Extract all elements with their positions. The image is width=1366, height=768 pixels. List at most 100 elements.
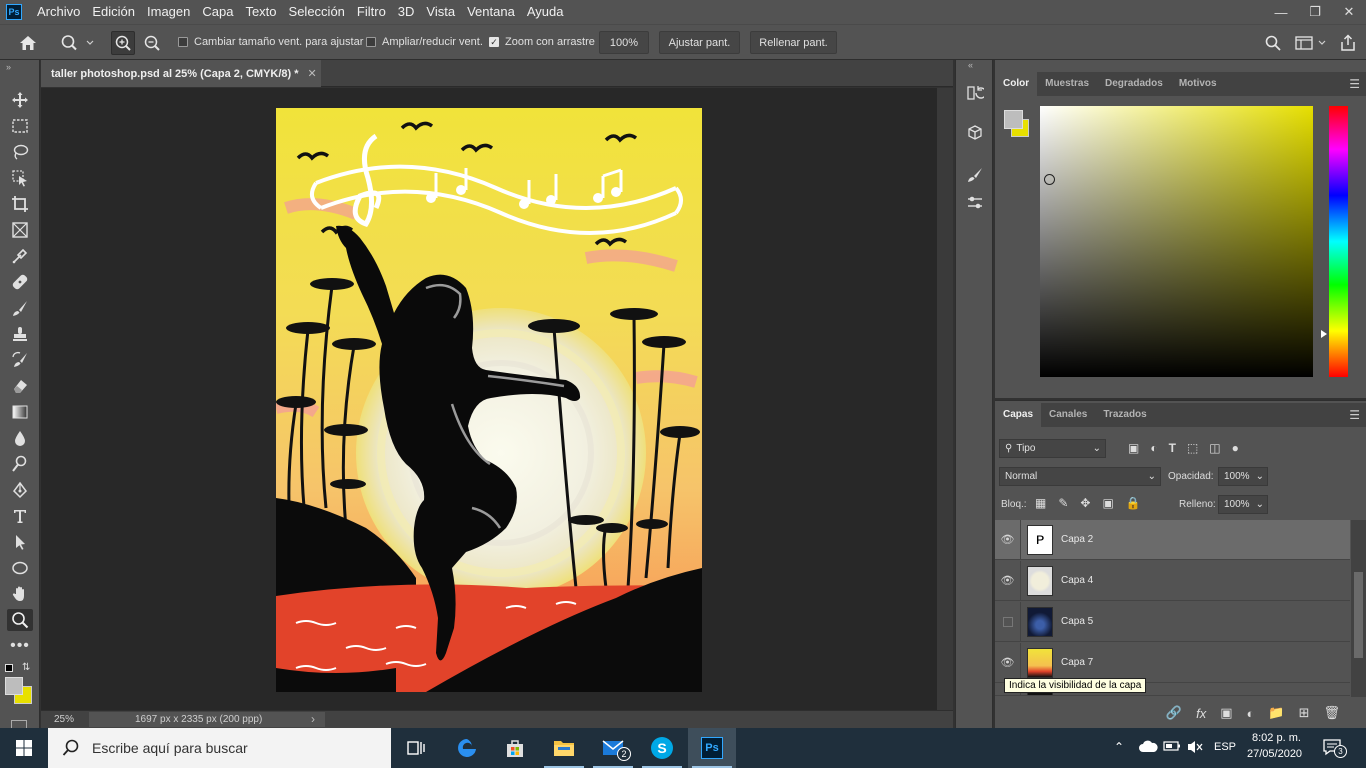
zoom-all-box[interactable] [366, 37, 376, 47]
hidden-visibility-box[interactable] [1002, 616, 1013, 627]
menu-capa[interactable]: Capa [196, 0, 239, 24]
panel-menu-icon[interactable]: ☰ [1349, 72, 1360, 96]
task-view-icon[interactable] [392, 728, 440, 768]
fill-screen-button[interactable]: Rellenar pant. [750, 31, 837, 54]
scrubby-zoom-checkbox[interactable]: ✓ Zoom con arrastre [489, 36, 595, 48]
eye-icon[interactable]: 👁 [1001, 656, 1015, 669]
menu-vista[interactable]: Vista [420, 0, 461, 24]
clock-time[interactable]: 8:02 p. m. [1252, 732, 1301, 744]
new-adjustment-layer-icon[interactable]: ◐ [1247, 706, 1255, 721]
move-tool-icon[interactable] [7, 89, 33, 111]
marquee-tool-icon[interactable] [7, 115, 33, 137]
tab-muestras[interactable]: Muestras [1037, 72, 1097, 96]
minimize-icon[interactable]: — [1264, 0, 1298, 24]
menu-ayuda[interactable]: Ayuda [521, 0, 570, 24]
menu-imagen[interactable]: Imagen [141, 0, 196, 24]
mail-icon[interactable]: 2 [589, 728, 637, 768]
menu-ventana[interactable]: Ventana [461, 0, 521, 24]
layer-name[interactable]: Capa 4 [1061, 575, 1093, 586]
delete-layer-icon[interactable]: 🗑 [1323, 705, 1340, 721]
zoom-value-field[interactable]: 100% [599, 31, 649, 54]
menu-texto[interactable]: Texto [239, 0, 282, 24]
layers-scrollbar[interactable] [1351, 520, 1366, 698]
layer-row-capa-4[interactable]: 👁 Capa 4 [995, 560, 1350, 601]
clock-date[interactable]: 27/05/2020 [1247, 748, 1302, 760]
tab-trazados[interactable]: Trazados [1095, 403, 1154, 427]
photoshop-taskbar-icon[interactable]: Ps [688, 728, 736, 768]
brush-settings-panel-icon[interactable] [963, 164, 987, 186]
language-indicator[interactable]: ESP [1214, 741, 1236, 753]
dodge-tool-icon[interactable] [7, 453, 33, 475]
microsoft-store-icon[interactable] [491, 728, 539, 768]
link-layers-icon[interactable]: 🔗 [1166, 705, 1182, 721]
lock-transparent-icon[interactable]: ▦ [1035, 496, 1046, 510]
color-saturation-field[interactable] [1040, 106, 1313, 377]
tab-degradados[interactable]: Degradados [1097, 72, 1171, 96]
zoom-all-windows-checkbox[interactable]: Ampliar/reducir vent. [366, 36, 483, 48]
lock-pixels-icon[interactable]: ✎ [1058, 496, 1068, 510]
collapse-panels-icon[interactable]: « [968, 60, 973, 70]
new-group-icon[interactable]: 📁 [1268, 705, 1284, 721]
zoom-in-icon[interactable] [111, 31, 135, 55]
opacity-field[interactable]: 100% ⌄ [1218, 467, 1268, 486]
resize-windows-box[interactable] [178, 37, 188, 47]
filter-adjustment-icon[interactable]: ◐ [1150, 441, 1157, 455]
history-brush-tool-icon[interactable] [7, 349, 33, 371]
filter-toggle-icon[interactable]: ● [1232, 441, 1239, 455]
menu-3d[interactable]: 3D [392, 0, 421, 24]
foreground-color-swatch[interactable] [5, 677, 23, 695]
layer-filter-select[interactable]: ⚲ Tipo ⌄ [999, 439, 1106, 458]
ellipse-tool-icon[interactable] [7, 557, 33, 579]
show-hidden-icons-icon[interactable]: ⌃ [1114, 740, 1124, 754]
lock-artboard-icon[interactable]: ▣ [1102, 496, 1113, 510]
status-zoom[interactable]: 25% [54, 714, 74, 725]
filter-pixel-icon[interactable]: ▣ [1128, 441, 1139, 455]
frame-tool-icon[interactable] [7, 219, 33, 241]
fill-field[interactable]: 100% ⌄ [1218, 495, 1268, 514]
menu-edicion[interactable]: Edición [86, 0, 141, 24]
swap-colors-icon[interactable]: ⇅ [22, 662, 30, 673]
layer-name[interactable]: Capa 2 [1061, 534, 1093, 545]
restore-icon[interactable]: ❐ [1298, 0, 1332, 24]
color-picker-marker[interactable] [1044, 174, 1055, 185]
zoom-tool-icon[interactable] [7, 609, 33, 631]
layer-name[interactable]: Capa 7 [1061, 657, 1093, 668]
tab-motivos[interactable]: Motivos [1171, 72, 1225, 96]
close-icon[interactable]: ✕ [1332, 0, 1366, 24]
onedrive-icon[interactable] [1138, 739, 1158, 753]
layer-visibility-toggle[interactable]: 👁 [995, 642, 1021, 683]
layer-style-fx-icon[interactable]: fx [1196, 706, 1206, 721]
new-layer-icon[interactable]: ⊞ [1299, 705, 1310, 721]
quick-mask-icon[interactable] [11, 720, 27, 728]
color-panel-foreground-swatch[interactable] [1004, 110, 1023, 129]
workspace-icon[interactable] [1292, 33, 1330, 53]
layer-row-capa-2[interactable]: 👁 ᴘ Capa 2 [995, 519, 1350, 560]
layer-visibility-toggle[interactable] [995, 601, 1021, 642]
artwork-canvas[interactable] [276, 108, 702, 692]
taskbar-search[interactable]: Escribe aquí para buscar [48, 728, 391, 768]
filter-smartobject-icon[interactable]: ◫ [1209, 441, 1220, 455]
type-tool-icon[interactable] [7, 505, 33, 527]
share-icon[interactable] [1336, 32, 1360, 54]
windows-start-icon[interactable] [0, 728, 48, 768]
menu-seleccion[interactable]: Selección [283, 0, 351, 24]
gradient-tool-icon[interactable] [7, 401, 33, 423]
path-selection-tool-icon[interactable] [7, 531, 33, 553]
collapse-tools-icon[interactable]: » [6, 62, 11, 72]
fit-screen-button[interactable]: Ajustar pant. [659, 31, 740, 54]
eyedropper-tool-icon[interactable] [7, 245, 33, 267]
add-mask-icon[interactable]: ▣ [1220, 705, 1232, 721]
default-colors-icon[interactable] [5, 664, 13, 672]
close-tab-icon[interactable]: ✕ [308, 67, 317, 80]
more-tools-icon[interactable]: ••• [7, 635, 33, 657]
adjustments-panel-icon[interactable] [963, 192, 987, 214]
layer-visibility-toggle[interactable]: 👁 [995, 519, 1021, 560]
layer-name[interactable]: Capa 5 [1061, 616, 1093, 627]
menu-filtro[interactable]: Filtro [351, 0, 392, 24]
hand-tool-icon[interactable] [7, 583, 33, 605]
layer-visibility-toggle[interactable]: 👁 [995, 560, 1021, 601]
edge-browser-icon[interactable] [443, 728, 491, 768]
document-tab[interactable]: taller photoshop.psd al 25% (Capa 2, CMY… [41, 60, 321, 87]
tab-color[interactable]: Color [995, 72, 1038, 96]
eraser-tool-icon[interactable] [7, 375, 33, 397]
